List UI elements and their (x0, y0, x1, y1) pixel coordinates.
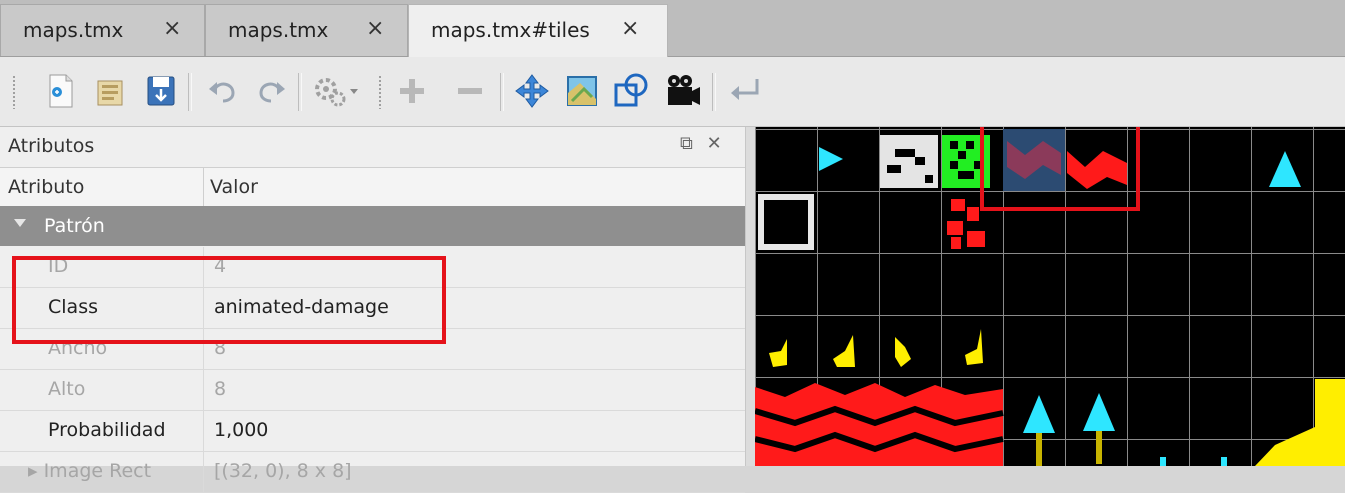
property-row-alto[interactable]: Alto 8 (0, 370, 745, 411)
tileset-canvas[interactable] (755, 127, 1345, 466)
property-row-image-rect[interactable]: ▸ Image Rect [(32, 0), 8 x 8] (0, 452, 745, 493)
property-value: 8 (214, 378, 227, 400)
tileset-view[interactable] (755, 127, 1345, 466)
property-key-text: Image Rect (43, 460, 152, 482)
settings-dropdown-icon[interactable] (310, 71, 370, 111)
panel-title: Atributos (8, 135, 95, 157)
property-row-ancho[interactable]: Ancho 8 (0, 329, 745, 370)
property-value: 8 (214, 337, 227, 359)
remove-icon[interactable] (450, 71, 490, 111)
attribute-column-header[interactable]: Atributo (8, 176, 84, 198)
tab-maps-tmx-tiles[interactable]: maps.tmx#tiles × (408, 4, 668, 57)
return-icon[interactable] (725, 71, 765, 111)
tile-gray-block[interactable] (880, 135, 938, 188)
property-key: Probabilidad (48, 419, 166, 441)
property-row-probabilidad[interactable]: Probabilidad 1,000 (0, 411, 745, 452)
undo-icon[interactable] (203, 71, 243, 111)
property-row-class[interactable]: Class animated-damage (0, 288, 745, 329)
tile-red-damage[interactable] (1067, 151, 1127, 189)
tab-maps-tmx-2[interactable]: maps.tmx × (205, 4, 408, 56)
tab-bar: maps.tmx × maps.tmx × maps.tmx#tiles × (0, 0, 1345, 57)
add-icon[interactable] (392, 71, 432, 111)
value-column-header[interactable]: Valor (210, 176, 258, 198)
tile-cyan-spike[interactable] (1269, 151, 1301, 187)
collapse-arrow-icon[interactable] (14, 219, 26, 227)
tab-maps-tmx-1[interactable]: maps.tmx × (0, 4, 205, 56)
group-label: Patrón (44, 215, 105, 237)
open-folder-icon[interactable] (90, 71, 130, 111)
property-key: ID (48, 255, 69, 277)
save-icon[interactable] (140, 71, 180, 111)
property-value: 4 (214, 255, 227, 277)
property-key: ▸ Image Rect (28, 460, 152, 482)
tile-green-pattern[interactable] (942, 135, 990, 188)
tab-close-icon[interactable]: × (621, 16, 639, 41)
group-row-patron[interactable]: Patrón (0, 206, 745, 246)
property-value: [(32, 0), 8 x 8] (214, 460, 352, 482)
property-value[interactable]: animated-damage (214, 296, 389, 318)
tab-label: maps.tmx (23, 18, 124, 42)
redo-icon[interactable] (251, 71, 291, 111)
tab-close-icon[interactable]: × (366, 16, 384, 41)
tile-outlined-square[interactable] (758, 194, 814, 250)
toolbar (0, 57, 1345, 127)
camera-icon[interactable] (662, 71, 702, 111)
close-panel-icon[interactable]: ✕ (707, 133, 722, 154)
tab-close-icon[interactable]: × (163, 16, 181, 41)
new-file-icon[interactable] (40, 71, 80, 111)
tile-yellow-flames[interactable] (769, 329, 983, 367)
property-key: Class (48, 296, 98, 318)
toolbar-grip[interactable] (378, 75, 383, 109)
tile-selected-damage[interactable] (1003, 129, 1065, 191)
tab-label: maps.tmx#tiles (431, 18, 590, 42)
move-icon[interactable] (512, 71, 552, 111)
tile-red-waves[interactable] (755, 383, 1004, 466)
tile-red-splatter[interactable] (947, 199, 985, 249)
property-key: Ancho (48, 337, 108, 359)
tab-label: maps.tmx (228, 18, 329, 42)
tile-yellow-slope[interactable] (1255, 379, 1345, 466)
property-key: Alto (48, 378, 86, 400)
property-row-id[interactable]: ID 4 (0, 247, 745, 288)
float-panel-icon[interactable]: ⧉ (680, 133, 693, 154)
panel-buttons: ⧉ ✕ (680, 133, 730, 154)
shape-icon[interactable] (612, 71, 652, 111)
tile-cyan-arrow[interactable] (819, 147, 843, 171)
properties-panel: Atributos ⧉ ✕ Atributo Valor Patrón ID 4… (0, 127, 745, 493)
tile-cyan-spikes-poles[interactable] (1023, 393, 1227, 466)
property-value[interactable]: 1,000 (214, 419, 268, 441)
map-icon[interactable] (562, 71, 602, 111)
toolbar-grip[interactable] (12, 75, 17, 109)
properties-header: Atributo Valor (0, 167, 745, 207)
